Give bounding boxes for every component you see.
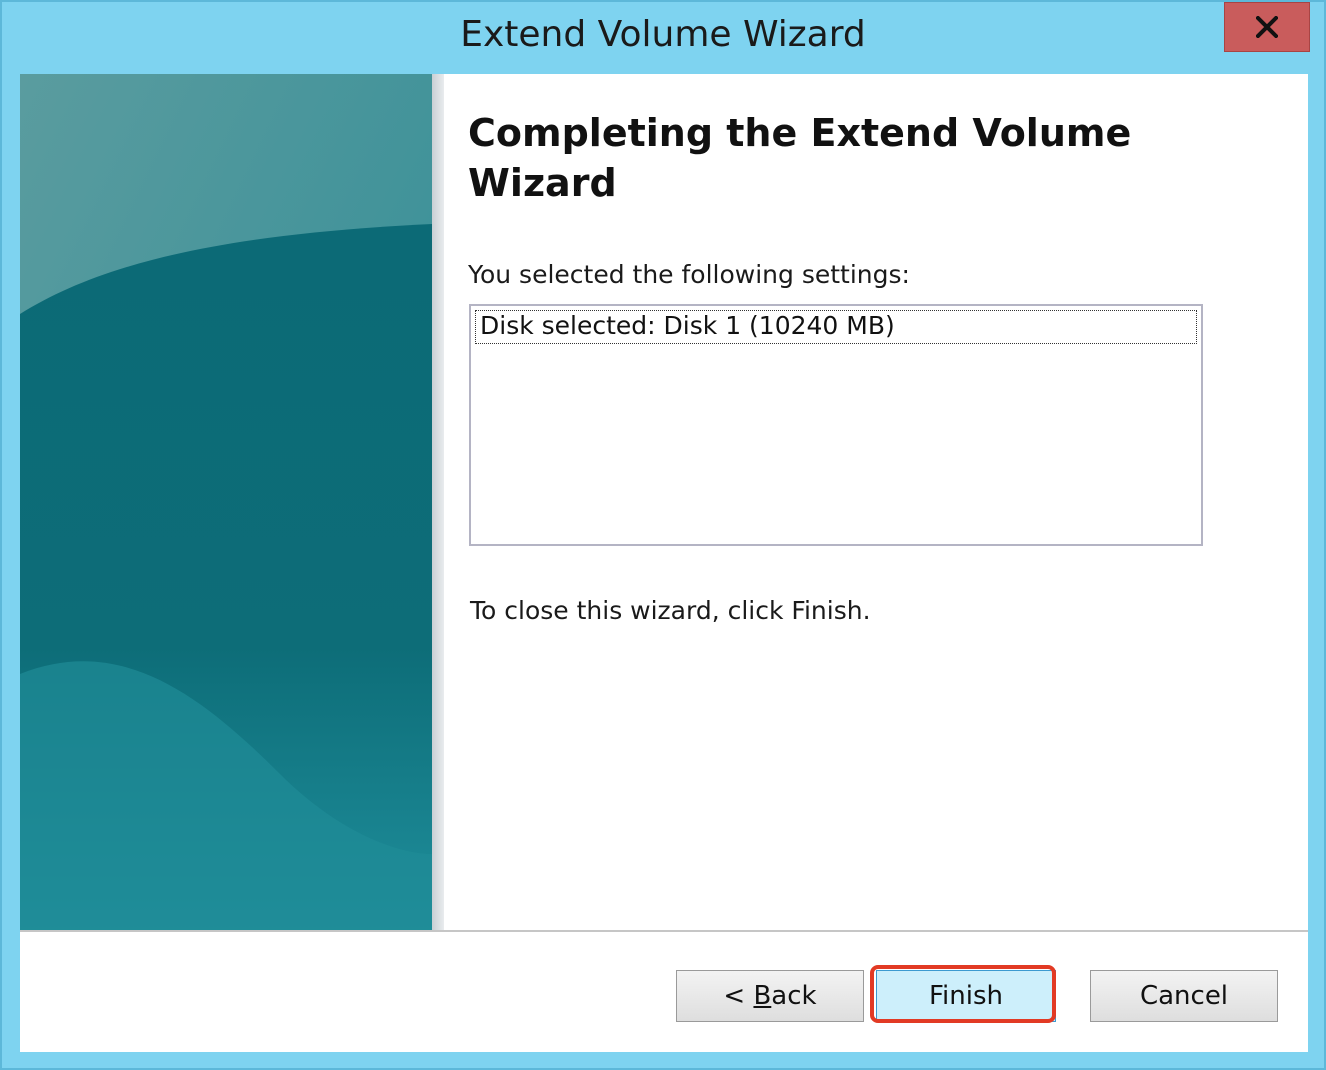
- settings-list-item[interactable]: Disk selected: Disk 1 (10240 MB): [475, 310, 1197, 344]
- back-button[interactable]: < Back: [676, 970, 864, 1022]
- wizard-content: Completing the Extend Volume Wizard You …: [444, 74, 1308, 930]
- wizard-banner-image: [20, 74, 432, 930]
- back-mnemonic: B: [753, 981, 772, 1011]
- page-heading: Completing the Extend Volume Wizard: [468, 111, 1132, 205]
- settings-label: You selected the following settings:: [468, 260, 910, 289]
- back-label-rest: ack: [771, 981, 817, 1011]
- wizard-window: Extend Volume Wizard Completing the Exte…: [0, 0, 1326, 1070]
- close-button[interactable]: [1224, 2, 1310, 52]
- window-title: Extend Volume Wizard: [460, 14, 866, 55]
- title-bar: Extend Volume Wizard: [2, 2, 1324, 74]
- close-x-icon: [1256, 16, 1278, 38]
- finish-button[interactable]: Finish: [876, 970, 1056, 1022]
- banner-wave-graphic: [20, 74, 432, 930]
- settings-list[interactable]: Disk selected: Disk 1 (10240 MB): [469, 304, 1203, 546]
- banner-divider: [432, 74, 444, 930]
- close-hint-text: To close this wizard, click Finish.: [470, 596, 871, 625]
- button-bar: < Back Finish Cancel: [20, 932, 1308, 1052]
- wizard-client-area: Completing the Extend Volume Wizard You …: [20, 74, 1308, 1052]
- cancel-button[interactable]: Cancel: [1090, 970, 1278, 1022]
- back-prefix: <: [723, 981, 754, 1011]
